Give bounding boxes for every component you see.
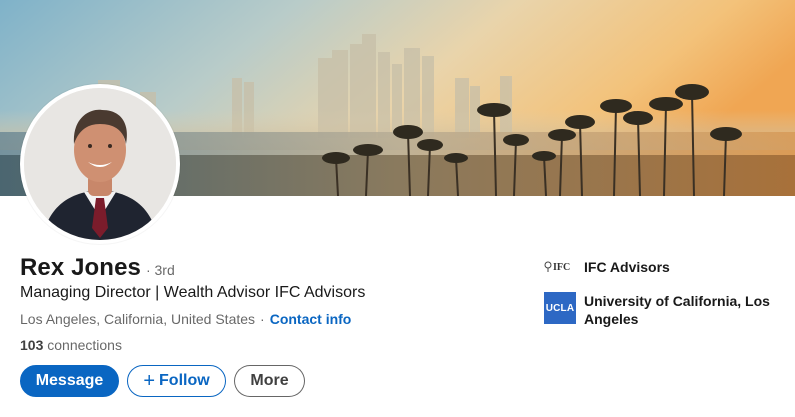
name-line: Rex Jones · 3rd xyxy=(20,254,175,282)
connections-label: connections xyxy=(47,337,122,353)
follow-label: Follow xyxy=(159,372,210,389)
contact-info-link[interactable]: Contact info xyxy=(270,311,352,327)
location-line: Los Angeles, California, United States ·… xyxy=(20,311,351,327)
profile-name: Rex Jones xyxy=(20,254,141,281)
follow-button[interactable]: + Follow xyxy=(127,365,226,397)
org-education[interactable]: UCLA University of California, Los Angel… xyxy=(544,292,784,328)
profile-avatar[interactable] xyxy=(20,84,180,244)
org-current-company[interactable]: IFC IFC Advisors xyxy=(544,258,784,278)
connections-count[interactable]: 103 connections xyxy=(20,337,122,353)
plus-icon: + xyxy=(143,370,156,392)
profile-headline: Managing Director | Wealth Advisor IFC A… xyxy=(20,284,366,301)
svg-text:IFC: IFC xyxy=(553,262,570,273)
profile-location: Los Angeles, California, United States xyxy=(20,311,256,327)
org-name-school: University of California, Los Angeles xyxy=(584,293,770,327)
more-button[interactable]: More xyxy=(234,365,305,397)
ifc-logo: IFC xyxy=(544,258,576,278)
message-button[interactable]: Message xyxy=(20,365,119,397)
org-name-company: IFC Advisors xyxy=(584,259,670,275)
avatar-photo xyxy=(24,88,176,240)
ucla-logo: UCLA xyxy=(544,292,576,324)
profile-actions: Message + Follow More xyxy=(20,365,305,397)
profile-organizations: IFC IFC Advisors UCLA University of Cali… xyxy=(544,258,784,342)
location-separator: · xyxy=(260,311,265,327)
connection-degree: · 3rd xyxy=(145,262,175,278)
connections-number: 103 xyxy=(20,337,44,353)
